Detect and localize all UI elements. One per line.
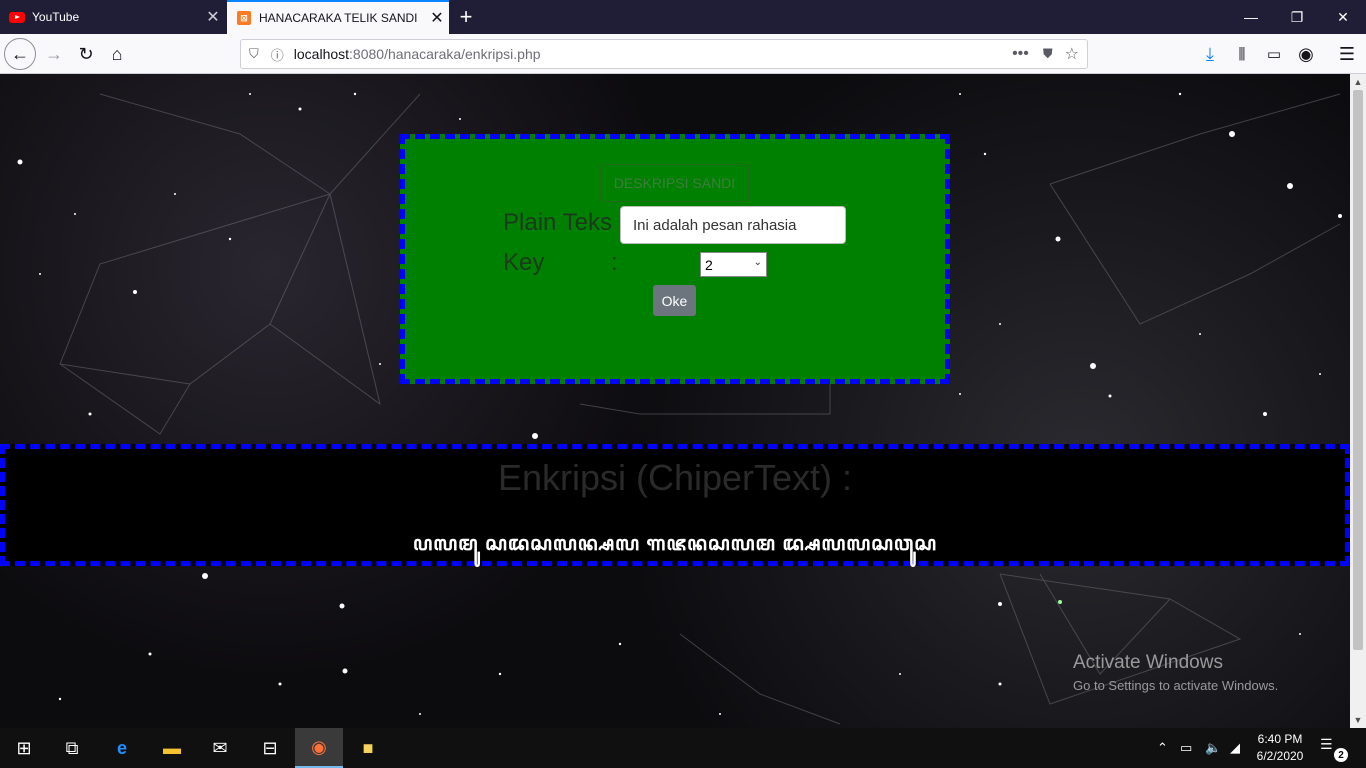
system-clock[interactable]: 6:40 PM 6/2/2020 (1250, 731, 1310, 765)
sticky-notes-icon[interactable]: ■ (344, 728, 392, 768)
tab-close-icon[interactable]: ✕ (425, 8, 449, 28)
shield-icon[interactable]: ⛉ (249, 46, 259, 62)
key-colon: : (611, 249, 618, 276)
network-icon[interactable]: ◢ (1230, 728, 1240, 768)
page-content: DESKRIPSI SANDI Plain Teks : Ini adalah … (0, 74, 1350, 728)
url-bar[interactable]: ⛉ ⓘ localhost:8080/hanacaraka/enkripsi.p… (240, 39, 1088, 69)
url-path: :8080/hanacaraka/enkripsi.php (349, 46, 541, 62)
scroll-up-icon[interactable]: ▲ (1350, 74, 1366, 90)
watermark-subtitle: Go to Settings to activate Windows. (1073, 678, 1279, 693)
pocket-icon[interactable]: ⛊ (1043, 46, 1053, 62)
home-icon[interactable]: ⌂ (101, 38, 133, 70)
mail-icon[interactable]: ✉ (196, 728, 244, 768)
windows-taskbar: ⊞ ⧉ e ▬ ✉ ⊟ ◉ ■ ⌃ ▭ 🔈 ◢ 6:40 PM 6/2/2020… (0, 728, 1366, 768)
tab-bar: YouTube ✕ ⊠ HANACARAKA TELIK SANDI ✕ + —… (0, 0, 1366, 34)
page-actions-icon[interactable]: ••• (1012, 45, 1029, 63)
menu-icon[interactable]: ☰ (1331, 38, 1363, 70)
plain-text-label: Plain Teks : (503, 209, 626, 236)
result-panel: Enkripsi (ChiperText) : ꦥꦭꦩꦸ ꦱꦢꦱꦭꦤ꧀ꦱꦭ ꦒꦗ… (0, 444, 1350, 566)
restore-icon[interactable]: ❐ (1274, 0, 1320, 34)
scroll-down-icon[interactable]: ▼ (1350, 712, 1366, 728)
watermark-title: Activate Windows (1073, 652, 1223, 673)
tab-title: YouTube (32, 10, 80, 24)
xampp-icon: ⊠ (236, 10, 252, 26)
reload-icon[interactable]: ↻ (70, 38, 102, 70)
task-view-icon[interactable]: ⧉ (48, 728, 96, 768)
start-windows-icon[interactable]: ⊞ (0, 728, 48, 768)
result-title: Enkripsi (ChiperText) : (497, 457, 853, 498)
notification-badge: 2 (1334, 748, 1348, 762)
activate-windows-watermark: Activate Windows Go to Settings to activ… (1073, 652, 1278, 693)
forward-arrow-icon[interactable]: → (38, 38, 70, 70)
volume-icon[interactable]: 🔈 (1205, 728, 1221, 768)
navigation-bar: ← → ↻ ⌂ ⛉ ⓘ localhost:8080/hanacaraka/en… (0, 34, 1366, 74)
oke-button[interactable]: Oke (653, 285, 696, 316)
tab-title: HANACARAKA TELIK SANDI (259, 11, 418, 25)
encryption-form: DESKRIPSI SANDI Plain Teks : Ini adalah … (400, 134, 950, 384)
clock-date: 6/2/2020 (1256, 749, 1304, 763)
file-explorer-icon[interactable]: ▬ (148, 728, 196, 768)
cipher-text: ꦥꦭꦩꦸ ꦱꦢꦱꦭꦤ꧀ꦱꦭ ꦒꦗꦤꦱꦭꦩ ꦢ꧀ꦱꦭꦭꦱꦮꦸꦱ (412, 533, 937, 555)
minimize-icon[interactable]: — (1228, 0, 1274, 34)
notification-center-icon[interactable]: ☰ 2 (1320, 736, 1348, 762)
store-icon[interactable]: ⊟ (246, 728, 294, 768)
key-label: Key (503, 249, 545, 276)
plain-text-input[interactable]: Ini adalah pesan rahasia (620, 206, 846, 244)
url-host: localhost (293, 46, 350, 62)
deskripsi-sandi-button[interactable]: DESKRIPSI SANDI (600, 164, 749, 202)
key-select[interactable]: 2 ⌄ (700, 252, 767, 277)
key-select-value: 2 (705, 256, 713, 273)
chevron-down-icon: ⌄ (753, 257, 762, 268)
bookmark-star-icon[interactable]: ☆ (1065, 44, 1079, 64)
new-tab-button[interactable]: + (452, 0, 480, 34)
edge-icon[interactable]: e (98, 728, 146, 768)
clock-time: 6:40 PM (1257, 732, 1303, 746)
tab-close-icon[interactable]: ✕ (201, 7, 225, 27)
close-window-icon[interactable]: ✕ (1320, 0, 1366, 34)
youtube-icon (9, 9, 25, 25)
tab-hanacaraka[interactable]: ⊠ HANACARAKA TELIK SANDI ✕ (227, 0, 449, 34)
download-icon[interactable]: ⤓ (1194, 38, 1226, 70)
info-icon[interactable]: ⓘ (271, 45, 284, 64)
library-icon[interactable]: ⫼ (1226, 38, 1258, 70)
power-icon[interactable]: ▭ (1180, 728, 1192, 768)
scroll-thumb[interactable] (1353, 90, 1363, 650)
firefox-icon[interactable]: ◉ (295, 728, 343, 768)
back-arrow-icon[interactable]: ← (4, 38, 36, 70)
account-icon[interactable]: ◉ (1290, 38, 1322, 70)
page-scrollbar[interactable]: ▲ ▼ (1350, 74, 1366, 728)
show-hidden-icons[interactable]: ⌃ (1157, 728, 1168, 768)
sidebar-icon[interactable]: ▭ (1258, 38, 1290, 70)
tab-youtube[interactable]: YouTube ✕ (0, 0, 225, 34)
